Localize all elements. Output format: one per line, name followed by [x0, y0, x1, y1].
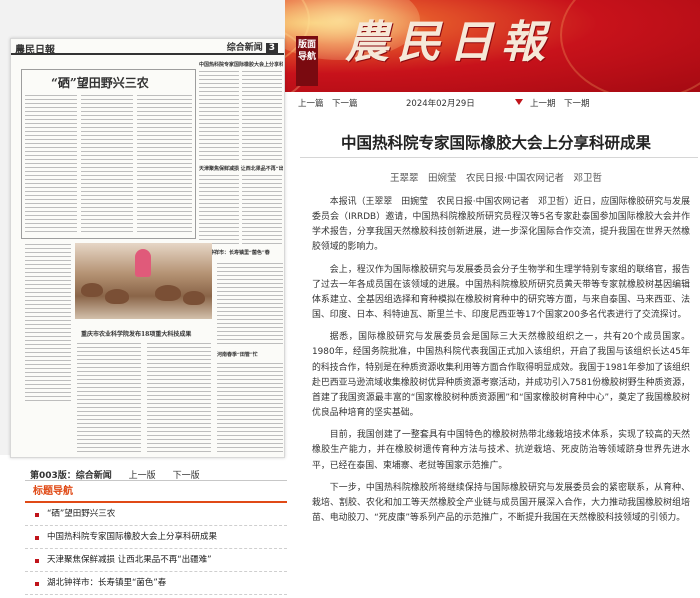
article-paragraph: 据悉，国际橡胶研究与发展委员会是国际三大天然橡胶组织之一，共有20个成员国家。1… — [312, 332, 690, 419]
prev-article-link[interactable]: 上一篇 — [298, 97, 324, 109]
bullet-icon — [35, 513, 39, 517]
thumbnail-text-column — [81, 95, 133, 235]
photo-person — [135, 249, 151, 277]
thumbnail-headline-small[interactable]: 河南春季“田管”忙 — [217, 351, 283, 358]
article-byline: 王翠翠 田婉莹 农民日报·中国农网记者 邓卫哲 — [389, 173, 603, 184]
thumbnail-headline-small[interactable]: 重庆市农业科学院发布18项重大科技成果 — [81, 329, 211, 338]
thumbnail-section-num: 3 — [265, 43, 278, 53]
thumbnail-text-column — [199, 175, 239, 245]
photo-mushroom — [81, 283, 103, 297]
bullet-icon — [35, 582, 39, 586]
headline-nav: 标题导航 “硒”望田野兴三农 中国热科院专家国际橡胶大会上分享科研成果 天津聚焦… — [25, 480, 287, 595]
date-nav-bar: 上一篇 下一篇 2024年02月29日 上一期 下一期 — [290, 97, 700, 111]
prev-issue-link[interactable]: 上一期 — [530, 97, 556, 109]
thumbnail-text-column — [25, 95, 77, 235]
issue-date: 2024年02月29日 — [406, 99, 475, 109]
thumbnail-text-column — [217, 263, 283, 347]
bullet-icon — [35, 559, 39, 563]
thumbnail-headline-small[interactable]: 天津聚焦保鲜减损 让西北果品不再“出疆难” — [199, 165, 283, 172]
thumbnail-headline-small[interactable]: 中国热科院专家国际橡胶大会上分享科研成果 — [199, 61, 283, 68]
masthead-title: 農民日報 — [345, 17, 553, 68]
next-article-link[interactable]: 下一篇 — [332, 97, 358, 109]
thumbnail-text-column — [217, 363, 283, 453]
headline-divider — [300, 157, 698, 158]
headline-nav-title: 标题导航 — [25, 481, 287, 503]
headline-nav-item[interactable]: 天津聚焦保鲜减损 让西北果品不再“出疆难” — [25, 549, 287, 572]
headline-nav-item-label[interactable]: “硒”望田野兴三农 — [47, 509, 115, 519]
article-headline: 中国热科院专家国际橡胶大会上分享科研成果 — [340, 134, 651, 152]
thumbnail-main-headline[interactable]: “硒”望田野兴三农 — [51, 74, 149, 91]
banner-swirl — [560, 0, 700, 92]
next-issue-link[interactable]: 下一期 — [564, 97, 590, 109]
thumbnail-text-column — [242, 71, 282, 161]
thumbnail-text-column — [242, 175, 282, 245]
article-paragraph: 目前，我国创建了一整套具有中国特色的橡胶树热带北缘栽培技术体系，实现了较高的天然… — [312, 430, 690, 471]
photo-mushroom — [183, 291, 205, 305]
article-body: 本报讯（王翠翠 田婉莹 农民日报·中国农网记者 邓卫哲）近日，应国际橡胶研究与发… — [312, 195, 690, 533]
thumbnail-logo: 農民日報 — [15, 45, 55, 56]
headline-nav-item[interactable]: 湖北钟祥市：长寿镇里“菌色”春 — [25, 572, 287, 595]
article-paragraph: 下一步，中国热科院橡胶所将继续保持与国际橡胶研究与发展委员会的紧密联系，从育种、… — [312, 482, 690, 523]
article-paragraph: 会上，程汉作为国际橡胶研究与发展委员会分子生物学和生理学特别专家组的联络官，报告… — [312, 264, 690, 321]
bullet-icon — [35, 536, 39, 540]
thumbnail-text-column — [147, 343, 211, 453]
headline-nav-item-label[interactable]: 湖北钟祥市：长寿镇里“菌色”春 — [47, 578, 166, 588]
thumbnail-text-column — [25, 244, 71, 404]
thumbnail-text-column — [137, 95, 192, 235]
thumbnail-header: 農民日報 综合新闻 3 — [11, 39, 284, 56]
headline-nav-item[interactable]: “硒”望田野兴三农 — [25, 503, 287, 526]
thumbnail-photo — [75, 243, 212, 319]
date-picker-arrow-icon[interactable] — [515, 99, 523, 105]
headline-nav-item[interactable]: 中国热科院专家国际橡胶大会上分享科研成果 — [25, 526, 287, 549]
article-paragraph: 本报讯（王翠翠 田婉莹 农民日报·中国农网记者 邓卫哲）近日，应国际橡胶研究与发… — [312, 197, 690, 253]
thumbnail-section: 综合新闻 3 — [227, 40, 278, 53]
photo-mushroom — [155, 285, 181, 301]
thumbnail-text-column — [199, 71, 239, 161]
headline-nav-item-label[interactable]: 中国热科院专家国际橡胶大会上分享科研成果 — [47, 532, 217, 542]
layout-nav-badge[interactable]: 版面导航 — [296, 36, 318, 86]
thumbnail-section-name: 综合新闻 — [226, 43, 263, 53]
headline-nav-item-label[interactable]: 天津聚焦保鲜减损 让西北果品不再“出疆难” — [47, 555, 212, 565]
newspaper-page-thumbnail[interactable]: 農民日報 综合新闻3 “硒”望田野兴三农 中国热科院专家国际橡胶大会上分享科研成… — [10, 38, 285, 458]
photo-mushroom — [105, 289, 129, 304]
thumbnail-text-column — [77, 343, 141, 453]
